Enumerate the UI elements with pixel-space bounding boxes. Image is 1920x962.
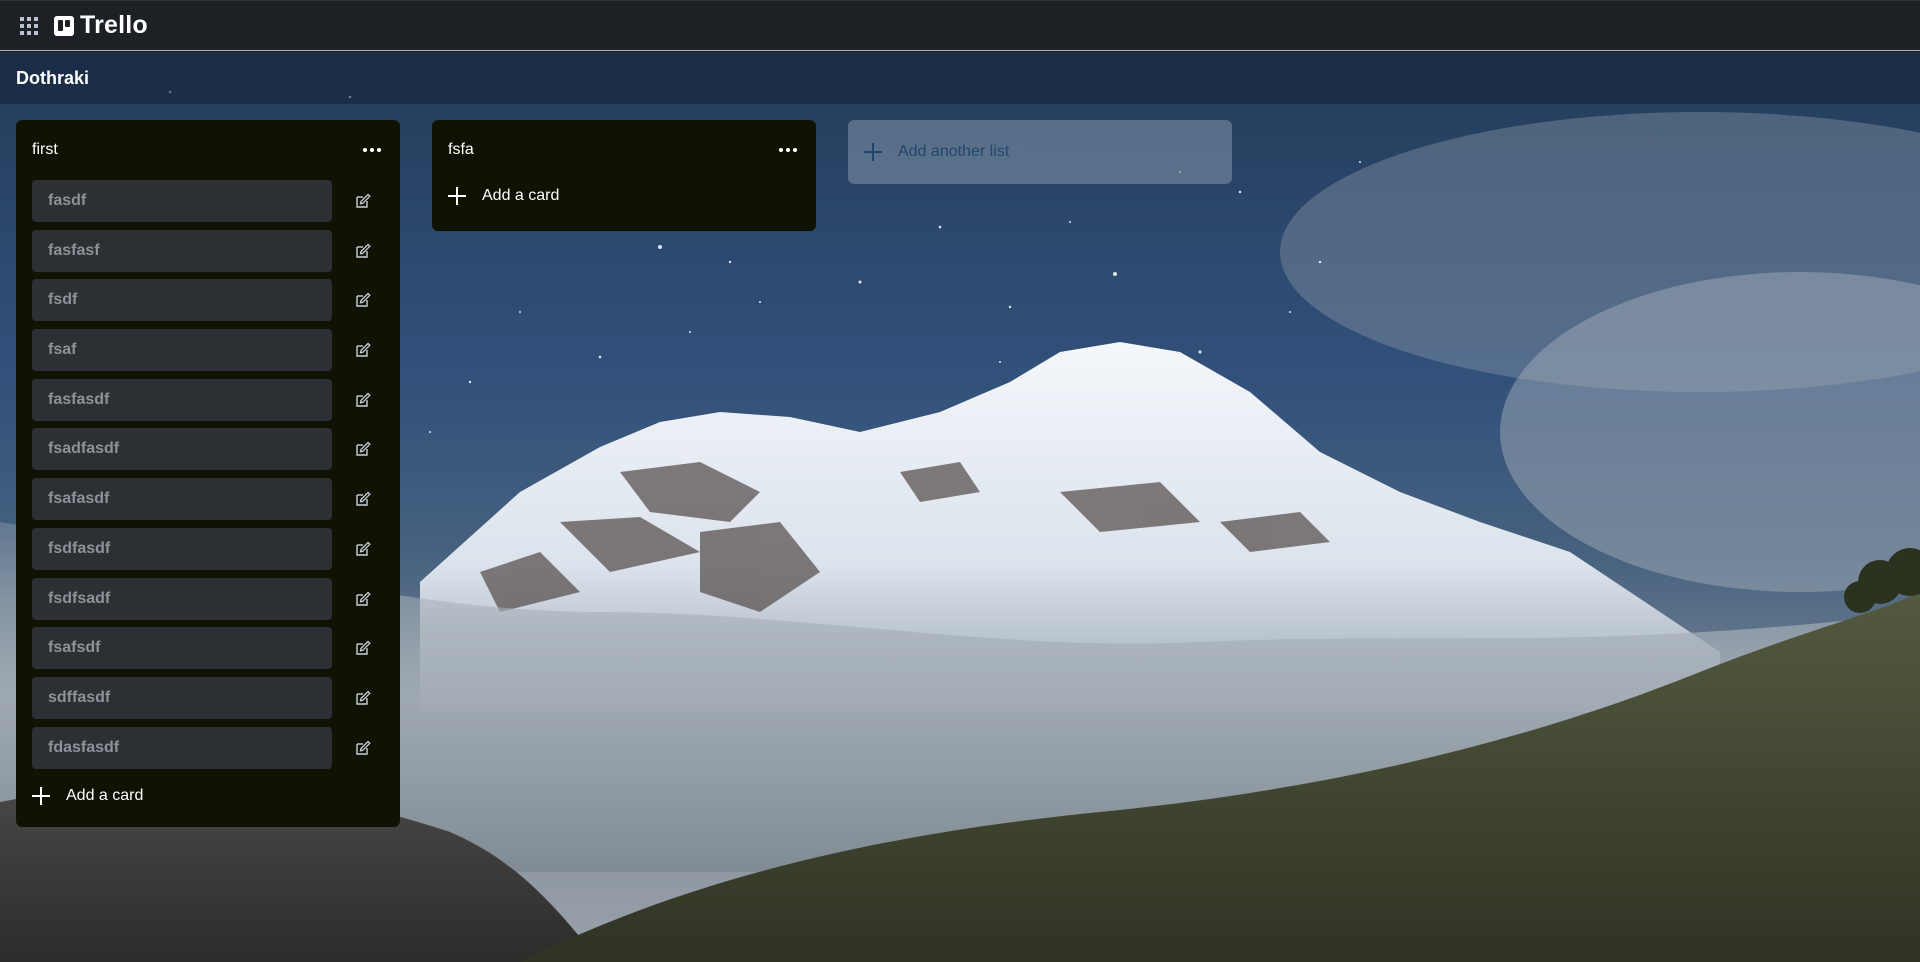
add-list-label: Add another list	[898, 143, 1010, 160]
card[interactable]: sdffasdf	[32, 676, 332, 719]
card-row: fsdf	[16, 279, 400, 322]
app-switcher-grid-icon[interactable]	[18, 15, 40, 37]
card-row: fsafasdf	[16, 478, 400, 521]
list-fsfa: fsfa Add a card	[432, 120, 816, 231]
card[interactable]: fsadfasdf	[32, 428, 332, 471]
card[interactable]: fsafsdf	[32, 627, 332, 670]
card[interactable]: fasfasf	[32, 229, 332, 272]
card[interactable]: fsdf	[32, 279, 332, 322]
add-card-button[interactable]: Add a card	[432, 176, 816, 216]
plus-icon	[448, 187, 466, 205]
pencil-icon[interactable]	[353, 738, 373, 758]
card-row: fsdfasdf	[16, 527, 400, 570]
pencil-icon[interactable]	[353, 390, 373, 410]
pencil-icon[interactable]	[353, 589, 373, 609]
more-horizontal-icon[interactable]	[360, 138, 384, 162]
board-header: Dothraki	[0, 52, 1920, 104]
card-row: fasfasdf	[16, 378, 400, 421]
card-row: fsafsdf	[16, 627, 400, 670]
add-another-list-button[interactable]: Add another list	[848, 120, 1232, 184]
list-title[interactable]: first	[32, 141, 58, 159]
add-card-label: Add a card	[482, 187, 560, 204]
card-row: fsadfasdf	[16, 428, 400, 471]
trello-logo-icon	[54, 15, 74, 36]
card[interactable]: fasfasdf	[32, 378, 332, 421]
card[interactable]: fsdfasdf	[32, 527, 332, 570]
list-header: first	[16, 120, 400, 180]
card[interactable]: fdasfasdf	[32, 726, 332, 769]
card[interactable]: fasdf	[32, 180, 332, 222]
list-header: fsfa	[432, 120, 816, 180]
card[interactable]: fsaf	[32, 329, 332, 372]
card-row: fasdf	[16, 180, 400, 222]
card[interactable]: fsafasdf	[32, 478, 332, 521]
card-row: sdffasdf	[16, 676, 400, 719]
pencil-icon[interactable]	[353, 191, 373, 211]
top-navigation-bar: Trello	[0, 0, 1920, 51]
pencil-icon[interactable]	[353, 340, 373, 360]
pencil-icon[interactable]	[353, 290, 373, 310]
card-row: fsdfsadf	[16, 577, 400, 620]
card[interactable]: fsdfsadf	[32, 577, 332, 620]
pencil-icon[interactable]	[353, 439, 373, 459]
pencil-icon[interactable]	[353, 688, 373, 708]
card-row: fsaf	[16, 329, 400, 372]
pencil-icon[interactable]	[353, 241, 373, 261]
app-name: Trello	[80, 11, 148, 39]
pencil-icon[interactable]	[353, 638, 373, 658]
list-title[interactable]: fsfa	[448, 141, 474, 159]
card-row: fdasfasdf	[16, 726, 400, 769]
add-card-button[interactable]: Add a card	[16, 776, 400, 816]
pencil-icon[interactable]	[353, 489, 373, 509]
list-first: first fasdf fasfasf fsdf fsaf fasfasdf fsadfa…	[16, 120, 400, 827]
trello-home-link[interactable]: Trello	[54, 11, 148, 40]
pencil-icon[interactable]	[353, 539, 373, 559]
add-card-label: Add a card	[66, 787, 144, 805]
plus-icon	[864, 143, 882, 161]
plus-icon	[32, 787, 50, 806]
more-horizontal-icon[interactable]	[776, 138, 800, 162]
card-row: fasfasf	[16, 229, 400, 272]
board-title[interactable]: Dothraki	[16, 68, 89, 89]
card-list: fasdf fasfasf fsdf fsaf fasfasdf fsadfasdf fsa…	[16, 180, 400, 769]
